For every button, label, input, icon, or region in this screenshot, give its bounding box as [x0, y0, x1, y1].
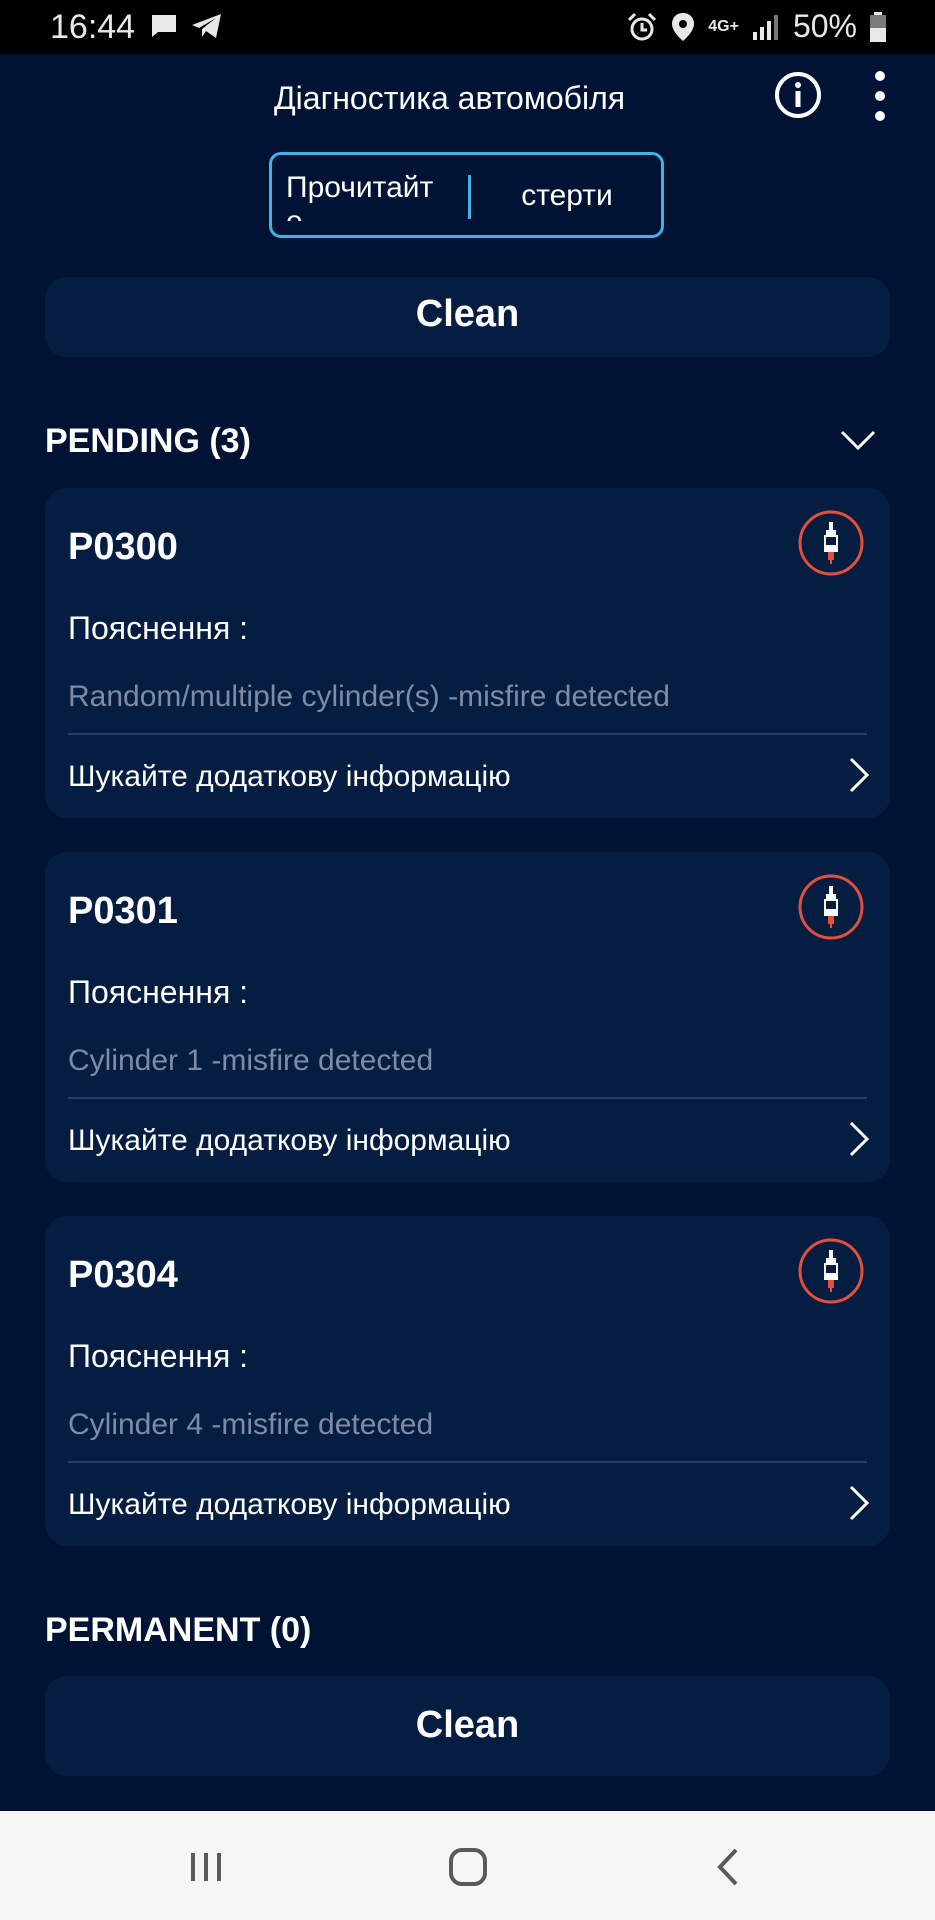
- message-icon: [152, 15, 176, 37]
- status-time: 16:44: [50, 8, 136, 46]
- divider: [68, 1461, 867, 1463]
- chevron-down-icon[interactable]: [840, 428, 876, 452]
- chevron-right-icon[interactable]: [848, 1120, 870, 1158]
- clean-label: Clean: [415, 293, 520, 335]
- search-more-info-link[interactable]: Шукайте додаткову інформацію: [68, 760, 511, 794]
- dtc-code: P0301: [68, 890, 178, 932]
- clean-button-top[interactable]: Clean: [45, 277, 890, 357]
- pending-section-title: PENDING (3): [45, 422, 251, 460]
- explanation-label: Пояснення :: [68, 1338, 249, 1374]
- app-bar: Діагностика автомобіля Прочитайте стерти: [0, 54, 935, 279]
- dtc-card: P0300 Пояснення : Random/multiple cylind…: [45, 488, 890, 818]
- recent-apps-icon[interactable]: [188, 1849, 224, 1885]
- dtc-card: P0304 Пояснення : Cylinder 4 -misfire de…: [45, 1216, 890, 1546]
- dtc-description: Random/multiple cylinder(s) -misfire det…: [68, 680, 670, 713]
- clean-label: Clean: [415, 1704, 520, 1746]
- spark-plug-icon: [798, 510, 864, 576]
- more-vert-icon[interactable]: [862, 68, 898, 124]
- status-bar: 16:44 4G+ 50%: [0, 0, 935, 54]
- spark-plug-icon: [798, 1238, 864, 1304]
- battery-percent: 50%: [792, 8, 857, 44]
- search-more-info-link[interactable]: Шукайте додаткову інформацію: [68, 1488, 511, 1522]
- tab-erase[interactable]: стерти: [472, 179, 661, 213]
- dtc-code: P0304: [68, 1254, 178, 1296]
- chevron-right-icon[interactable]: [848, 756, 870, 794]
- explanation-label: Пояснення :: [68, 610, 249, 646]
- explanation-label: Пояснення :: [68, 974, 249, 1010]
- page-title: Діагностика автомобіля: [274, 80, 626, 116]
- dtc-code: P0300: [68, 526, 178, 568]
- segment-divider: [468, 175, 471, 219]
- telegram-icon: [192, 14, 221, 38]
- search-more-info-link[interactable]: Шукайте додаткову інформацію: [68, 1124, 511, 1158]
- clean-button-permanent[interactable]: Clean: [45, 1676, 890, 1776]
- battery-icon: [870, 11, 886, 42]
- tab-read[interactable]: Прочитайте: [286, 171, 446, 221]
- alarm-icon: [628, 12, 657, 40]
- divider: [68, 1097, 867, 1099]
- home-icon[interactable]: [448, 1847, 488, 1887]
- back-icon[interactable]: [716, 1847, 740, 1887]
- location-icon: [672, 12, 695, 41]
- system-nav-bar: [0, 1811, 935, 1920]
- permanent-section-title: PERMANENT (0): [45, 1611, 312, 1649]
- divider: [68, 733, 867, 735]
- dtc-card: P0301 Пояснення : Cylinder 1 -misfire de…: [45, 852, 890, 1182]
- dtc-description: Cylinder 4 -misfire detected: [68, 1408, 434, 1441]
- spark-plug-icon: [798, 874, 864, 940]
- signal-icon: [752, 14, 778, 40]
- network-4g-icon: 4G+: [708, 17, 739, 35]
- read-erase-toggle: Прочитайте стерти: [269, 152, 664, 238]
- chevron-right-icon[interactable]: [848, 1484, 870, 1522]
- dtc-description: Cylinder 1 -misfire detected: [68, 1044, 434, 1077]
- info-icon[interactable]: [773, 70, 823, 120]
